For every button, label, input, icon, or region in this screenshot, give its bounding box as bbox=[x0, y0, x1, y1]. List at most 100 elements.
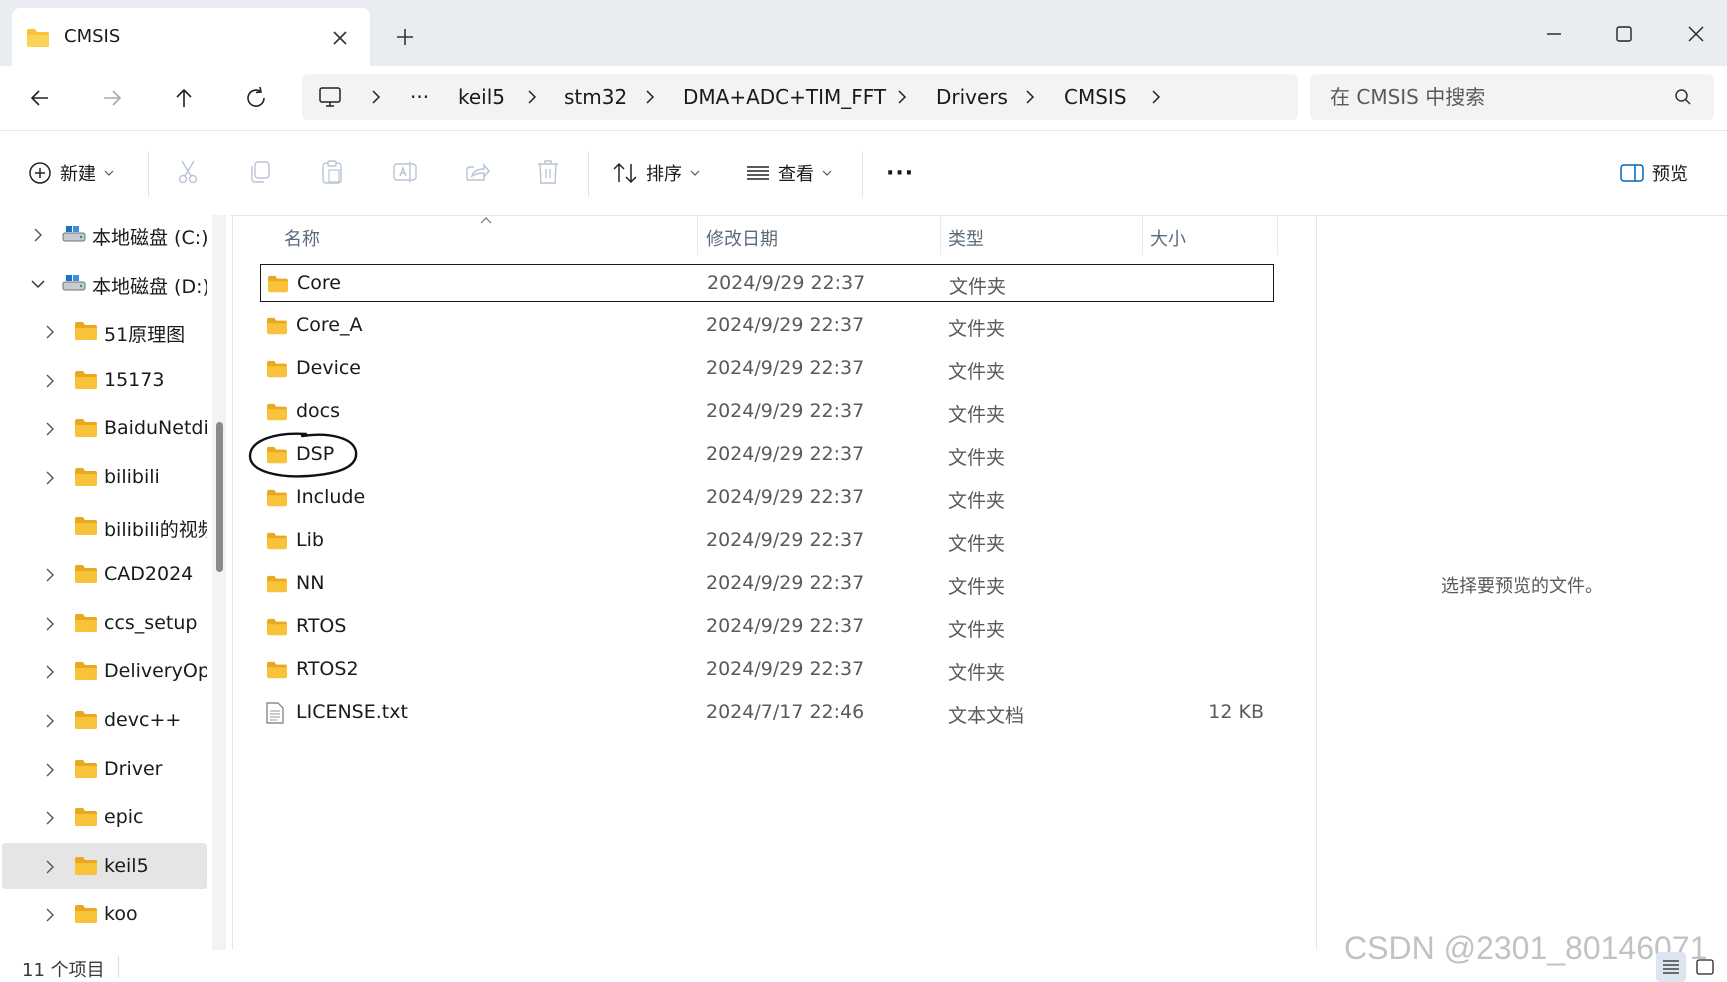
chevron-right-icon[interactable] bbox=[42, 567, 58, 583]
chevron-right-icon[interactable] bbox=[42, 616, 58, 632]
breadcrumb-keil5[interactable]: keil5 bbox=[458, 74, 505, 120]
pane-divider[interactable] bbox=[232, 215, 233, 950]
close-icon[interactable] bbox=[328, 26, 352, 50]
forward-button[interactable] bbox=[96, 82, 128, 114]
breadcrumb-cmsis[interactable]: CMSIS bbox=[1064, 74, 1127, 120]
sidebar-item[interactable]: bilibili bbox=[2, 454, 207, 500]
chevron-right-icon[interactable] bbox=[42, 470, 58, 486]
search-input[interactable] bbox=[1330, 74, 1650, 120]
file-row[interactable]: Core 2024/9/29 22:37 文件夹 bbox=[260, 264, 1274, 302]
file-date: 2024/9/29 22:37 bbox=[706, 357, 865, 379]
rename-icon[interactable] bbox=[392, 159, 418, 185]
file-row[interactable]: LICENSE.txt 2024/7/17 22:46 文本文档 12 KB bbox=[260, 694, 1274, 732]
chevron-right-icon[interactable] bbox=[42, 373, 58, 389]
preview-pane-button[interactable]: 预览 bbox=[1620, 153, 1688, 193]
tab-cmsis[interactable]: CMSIS bbox=[12, 8, 370, 66]
file-row[interactable]: RTOS2 2024/9/29 22:37 文件夹 bbox=[260, 651, 1274, 689]
chevron-right-icon[interactable] bbox=[42, 859, 58, 875]
column-header-size[interactable]: 大小 bbox=[1150, 225, 1186, 251]
sidebar-scrollbar-track[interactable] bbox=[212, 215, 226, 950]
refresh-button[interactable] bbox=[240, 82, 272, 114]
view-button-label: 查看 bbox=[778, 164, 814, 185]
copy-icon[interactable] bbox=[248, 159, 272, 185]
chevron-right-icon[interactable] bbox=[42, 713, 58, 729]
view-button[interactable]: 查看 bbox=[746, 153, 832, 193]
sort-button[interactable]: 排序 bbox=[612, 153, 700, 193]
file-row[interactable]: Lib 2024/9/29 22:37 文件夹 bbox=[260, 522, 1274, 560]
file-type: 文件夹 bbox=[949, 276, 1007, 298]
chevron-right-icon[interactable] bbox=[1022, 89, 1038, 105]
column-header-modified[interactable]: 修改日期 bbox=[706, 225, 778, 251]
close-window-button[interactable] bbox=[1672, 14, 1720, 54]
sidebar-item[interactable]: 本地磁盘 (D:) bbox=[2, 260, 207, 306]
chevron-right-icon[interactable] bbox=[524, 89, 540, 105]
folder-icon bbox=[74, 759, 98, 779]
back-button[interactable] bbox=[24, 82, 56, 114]
sidebar-item[interactable]: 15173 bbox=[2, 357, 207, 403]
toolbar-divider bbox=[148, 151, 149, 197]
breadcrumb-project[interactable]: DMA+ADC+TIM_FFT bbox=[683, 74, 886, 120]
file-row[interactable]: DSP 2024/9/29 22:37 文件夹 bbox=[260, 436, 1274, 474]
sidebar-item[interactable]: devc++ bbox=[2, 697, 207, 743]
paste-icon[interactable] bbox=[320, 159, 344, 185]
column-divider[interactable] bbox=[940, 215, 941, 255]
breadcrumb[interactable]: ··· keil5 stm32 DMA+ADC+TIM_FFT Drivers … bbox=[302, 74, 1298, 120]
chevron-right-icon[interactable] bbox=[42, 324, 58, 340]
file-row[interactable]: Include 2024/9/29 22:37 文件夹 bbox=[260, 479, 1274, 517]
column-divider[interactable] bbox=[1277, 215, 1278, 255]
maximize-button[interactable] bbox=[1600, 14, 1648, 54]
breadcrumb-stm32[interactable]: stm32 bbox=[564, 74, 627, 120]
sidebar-item-label: keil5 bbox=[104, 854, 149, 877]
sidebar-item[interactable]: epic bbox=[2, 794, 207, 840]
cut-icon[interactable] bbox=[176, 159, 200, 185]
chevron-right-icon[interactable] bbox=[42, 664, 58, 680]
new-tab-button[interactable] bbox=[392, 24, 418, 50]
breadcrumb-drivers[interactable]: Drivers bbox=[936, 74, 1008, 120]
computer-icon[interactable] bbox=[318, 85, 342, 109]
new-button[interactable]: 新建 bbox=[28, 153, 114, 193]
chevron-right-icon[interactable] bbox=[42, 810, 58, 826]
view-list-icon bbox=[746, 163, 770, 183]
sidebar-item[interactable]: 51原理图 bbox=[2, 308, 207, 354]
share-icon[interactable] bbox=[464, 159, 490, 185]
sidebar-item[interactable]: CAD2024 bbox=[2, 551, 207, 597]
details-view-button[interactable] bbox=[1656, 952, 1686, 982]
sidebar-item[interactable]: keil5 bbox=[2, 842, 207, 889]
chevron-right-icon[interactable] bbox=[42, 762, 58, 778]
chevron-right-icon[interactable] bbox=[368, 89, 384, 105]
chevron-right-icon[interactable] bbox=[894, 89, 910, 105]
sidebar-item[interactable]: ccs_setup bbox=[2, 600, 207, 646]
file-row[interactable]: RTOS 2024/9/29 22:37 文件夹 bbox=[260, 608, 1274, 646]
minimize-button[interactable] bbox=[1530, 14, 1578, 54]
sidebar-item[interactable]: DeliveryOpt bbox=[2, 648, 207, 694]
more-options-button[interactable]: ··· bbox=[886, 153, 914, 193]
sidebar-scrollbar-thumb[interactable] bbox=[216, 422, 223, 572]
column-divider[interactable] bbox=[1142, 215, 1143, 255]
sidebar-item[interactable]: koo bbox=[2, 891, 207, 937]
search-box[interactable] bbox=[1310, 74, 1714, 120]
chevron-right-icon[interactable] bbox=[42, 421, 58, 437]
status-divider bbox=[118, 956, 119, 978]
file-row[interactable]: docs 2024/9/29 22:37 文件夹 bbox=[260, 393, 1274, 431]
column-header-name[interactable]: 名称 bbox=[284, 225, 320, 251]
sidebar-item[interactable]: BaiduNetdis bbox=[2, 405, 207, 451]
chevron-right-icon[interactable] bbox=[1148, 89, 1164, 105]
file-row[interactable]: Device 2024/9/29 22:37 文件夹 bbox=[260, 350, 1274, 388]
file-row[interactable]: Core_A 2024/9/29 22:37 文件夹 bbox=[260, 307, 1274, 345]
chevron-right-icon[interactable] bbox=[42, 907, 58, 923]
file-name: Lib bbox=[296, 529, 324, 551]
sidebar-item[interactable]: 本地磁盘 (C:) bbox=[2, 215, 207, 257]
breadcrumb-overflow[interactable]: ··· bbox=[410, 74, 429, 120]
tiles-view-button[interactable] bbox=[1690, 952, 1720, 982]
up-button[interactable] bbox=[168, 82, 200, 114]
chevron-right-icon[interactable] bbox=[642, 89, 658, 105]
chevron-down-icon[interactable] bbox=[30, 276, 46, 292]
file-row[interactable]: NN 2024/9/29 22:37 文件夹 bbox=[260, 565, 1274, 603]
sidebar-item[interactable]: bilibili的视频 bbox=[2, 503, 207, 549]
column-divider[interactable] bbox=[697, 215, 698, 255]
chevron-right-icon[interactable] bbox=[30, 227, 46, 243]
column-header-type[interactable]: 类型 bbox=[948, 225, 984, 251]
sidebar-item[interactable]: Driver bbox=[2, 746, 207, 792]
search-icon[interactable] bbox=[1674, 88, 1692, 106]
delete-icon[interactable] bbox=[536, 159, 560, 185]
